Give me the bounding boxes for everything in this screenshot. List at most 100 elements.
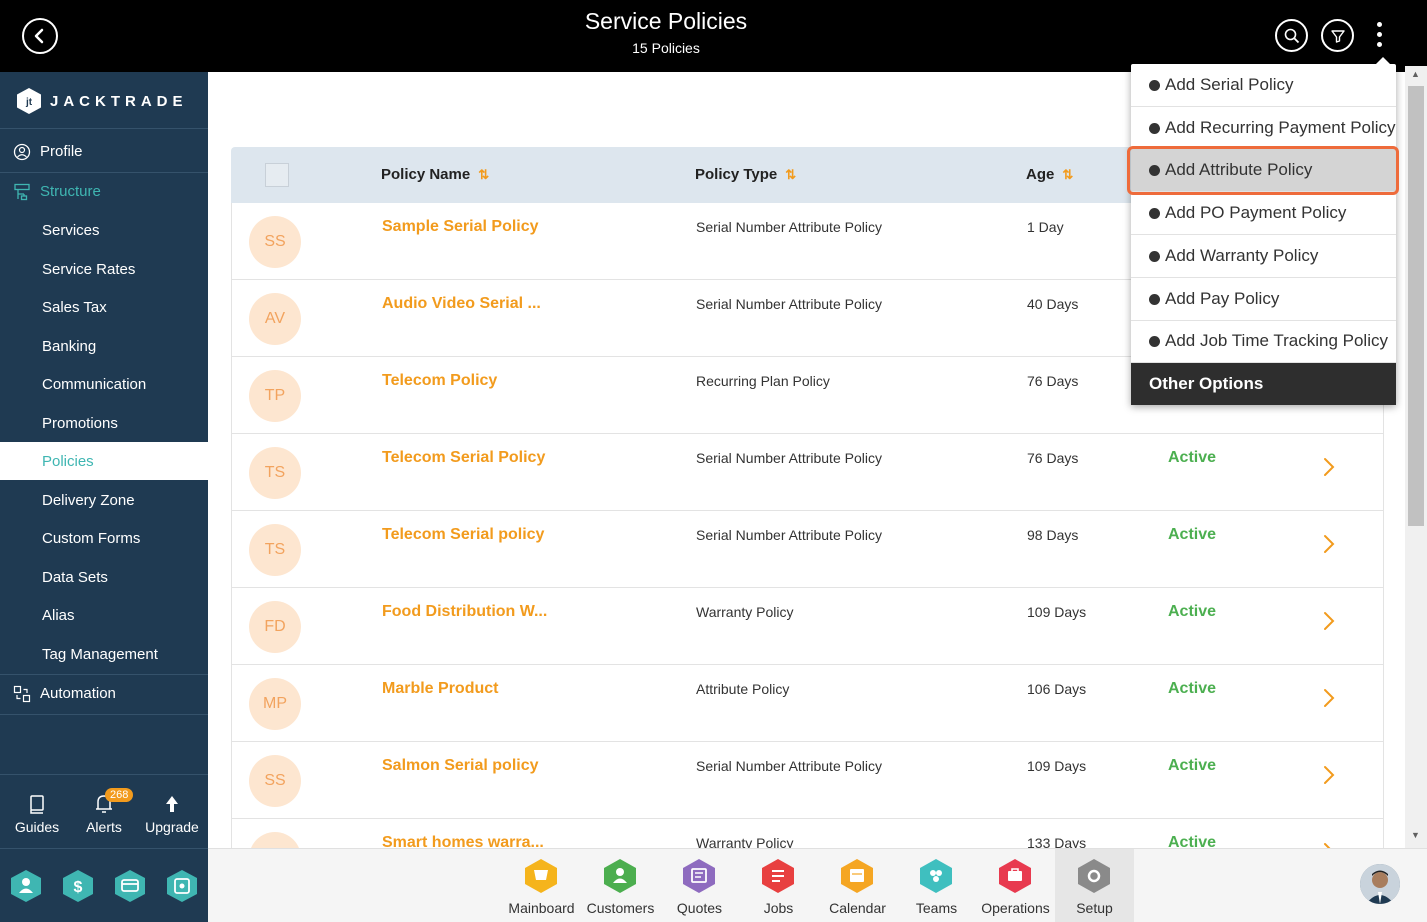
policy-name[interactable]: Marble Product	[382, 680, 498, 698]
app-operations[interactable]: Operations	[976, 849, 1055, 922]
app-quotes[interactable]: Quotes	[660, 849, 739, 922]
app-setup[interactable]: Setup	[1055, 849, 1134, 922]
policy-name[interactable]: Food Distribution W...	[382, 603, 547, 621]
menu-item-add-serial-policy[interactable]: Add Serial Policy	[1131, 64, 1396, 107]
chevron-right-icon[interactable]	[1322, 533, 1336, 555]
app-customers[interactable]: Customers	[581, 849, 660, 922]
policy-type: Serial Number Attribute Policy	[696, 450, 882, 466]
table-row[interactable]: MP Marble Product Attribute Policy 106 Days…	[231, 665, 1384, 742]
chevron-right-icon[interactable]	[1322, 764, 1336, 786]
policy-avatar: MP	[249, 678, 301, 730]
sidebar-item-delivery-zone[interactable]: Delivery Zone	[0, 481, 208, 519]
menu-item-add-job-time-tracking-policy[interactable]: Add Job Time Tracking Policy	[1131, 320, 1396, 363]
policy-avatar: SH	[249, 832, 301, 848]
upgrade-arrow-icon	[166, 796, 178, 812]
more-options-button[interactable]	[1370, 22, 1390, 52]
filter-icon	[1331, 30, 1345, 43]
policy-name[interactable]: Salmon Serial policy	[382, 757, 539, 775]
guides-button[interactable]: Guides	[5, 789, 69, 835]
policy-name[interactable]: Smart homes warra...	[382, 834, 544, 848]
policy-type: Attribute Policy	[696, 681, 790, 697]
policy-type: Warranty Policy	[696, 604, 794, 620]
menu-item-add-po-payment-policy[interactable]: Add PO Payment Policy	[1131, 192, 1396, 235]
policy-name[interactable]: Sample Serial Policy	[382, 218, 539, 236]
operations-icon	[999, 859, 1031, 893]
chevron-right-icon[interactable]	[1322, 687, 1336, 709]
policy-age: 76 Days	[1027, 450, 1079, 466]
table-row[interactable]: SH Smart homes warra... Warranty Policy 133…	[231, 819, 1384, 848]
profile-icon	[13, 143, 31, 161]
sidebar-item-banking[interactable]: Banking	[0, 327, 208, 365]
chevron-right-icon[interactable]	[1322, 610, 1336, 632]
user-avatar[interactable]	[1360, 864, 1400, 904]
sidebar-item-structure[interactable]: Structure	[0, 172, 208, 210]
policy-name[interactable]: Telecom Serial Policy	[382, 449, 545, 467]
sidebar-item-profile[interactable]: Profile	[0, 132, 208, 170]
column-policy-name[interactable]: Policy Name ⇅	[381, 166, 489, 183]
sidebar-item-data-sets[interactable]: Data Sets	[0, 558, 208, 596]
billing-app-icon[interactable]: $	[62, 869, 94, 903]
policy-name[interactable]: Telecom Serial policy	[382, 526, 544, 544]
upgrade-button[interactable]: Upgrade	[140, 789, 204, 835]
table-row[interactable]: TS Telecom Serial Policy Serial Number Att…	[231, 434, 1384, 511]
policy-name[interactable]: Telecom Policy	[382, 372, 497, 390]
policy-avatar: TS	[249, 524, 301, 576]
highlight-ring	[1127, 146, 1399, 195]
scroll-up-arrow-icon[interactable]: ▲	[1411, 69, 1420, 79]
status-badge: Active	[1168, 603, 1217, 620]
sidebar-item-sales-tax[interactable]: Sales Tax	[0, 288, 208, 326]
chevron-right-icon[interactable]	[1322, 841, 1336, 848]
sidebar-item-services[interactable]: Services	[0, 211, 208, 249]
policy-name[interactable]: Audio Video Serial ...	[382, 295, 541, 313]
integrations-app-icon[interactable]	[166, 869, 198, 903]
table-row[interactable]: FD Food Distribution W... Warranty Policy 1…	[231, 588, 1384, 665]
chevron-right-icon[interactable]	[1322, 456, 1336, 478]
search-icon	[1284, 28, 1300, 44]
payments-app-icon[interactable]	[114, 869, 146, 903]
policy-age: 109 Days	[1027, 604, 1087, 620]
search-button[interactable]	[1275, 19, 1308, 52]
sidebar-item-custom-forms[interactable]: Custom Forms	[0, 519, 208, 557]
scrollbar[interactable]: ▲ ▼	[1405, 66, 1427, 848]
select-all-checkbox[interactable]	[265, 163, 289, 187]
app-mainboard[interactable]: Mainboard	[502, 849, 581, 922]
calendar-icon	[841, 859, 873, 893]
add-policy-menu: Add Serial Policy Add Recurring Payment …	[1131, 57, 1396, 405]
user-avatar-icon	[1360, 864, 1400, 904]
app-teams[interactable]: Teams	[897, 849, 976, 922]
users-app-icon[interactable]	[10, 869, 42, 903]
mainboard-icon	[525, 859, 557, 893]
alerts-button[interactable]: 268 Alerts	[72, 788, 136, 835]
sidebar-item-promotions[interactable]: Promotions	[0, 404, 208, 442]
sidebar-item-communication[interactable]: Communication	[0, 365, 208, 403]
policy-age: 109 Days	[1027, 758, 1087, 774]
sidebar-item-automation[interactable]: Automation	[0, 674, 208, 712]
policy-avatar: TS	[249, 447, 301, 499]
sidebar-item-policies[interactable]: Policies	[0, 442, 208, 480]
quotes-icon	[683, 859, 715, 893]
sidebar-item-service-rates[interactable]: Service Rates	[0, 250, 208, 288]
sidebar-apps: $	[0, 848, 208, 922]
sidebar-footer: Guides 268 Alerts Upgrade	[0, 774, 208, 850]
sidebar-item-alias[interactable]: Alias	[0, 596, 208, 634]
sort-icon[interactable]: ⇅	[478, 167, 489, 183]
sort-icon[interactable]: ⇅	[1062, 167, 1073, 183]
policy-type: Serial Number Attribute Policy	[696, 219, 882, 235]
menu-item-add-pay-policy[interactable]: Add Pay Policy	[1131, 278, 1396, 321]
menu-item-add-warranty-policy[interactable]: Add Warranty Policy	[1131, 235, 1396, 278]
table-row[interactable]: SS Salmon Serial policy Serial Number Attr…	[231, 742, 1384, 819]
scrollbar-thumb[interactable]	[1408, 86, 1424, 526]
column-age[interactable]: Age ⇅	[1026, 166, 1073, 183]
app-calendar[interactable]: Calendar	[818, 849, 897, 922]
table-row[interactable]: TS Telecom Serial policy Serial Number Att…	[231, 511, 1384, 588]
filter-button[interactable]	[1321, 19, 1354, 52]
scroll-down-arrow-icon[interactable]: ▼	[1411, 830, 1420, 840]
sort-icon[interactable]: ⇅	[785, 167, 796, 183]
sidebar-item-tag-management[interactable]: Tag Management	[0, 635, 208, 673]
menu-item-add-recurring-payment-policy[interactable]: Add Recurring Payment Policy	[1131, 107, 1396, 150]
jacktrade-logo: jt JACKTRADE	[16, 86, 188, 116]
column-policy-type[interactable]: Policy Type ⇅	[695, 166, 796, 183]
app-jobs[interactable]: Jobs	[739, 849, 818, 922]
menu-other-options[interactable]: Other Options	[1131, 363, 1396, 405]
status-badge: Active	[1168, 526, 1217, 543]
